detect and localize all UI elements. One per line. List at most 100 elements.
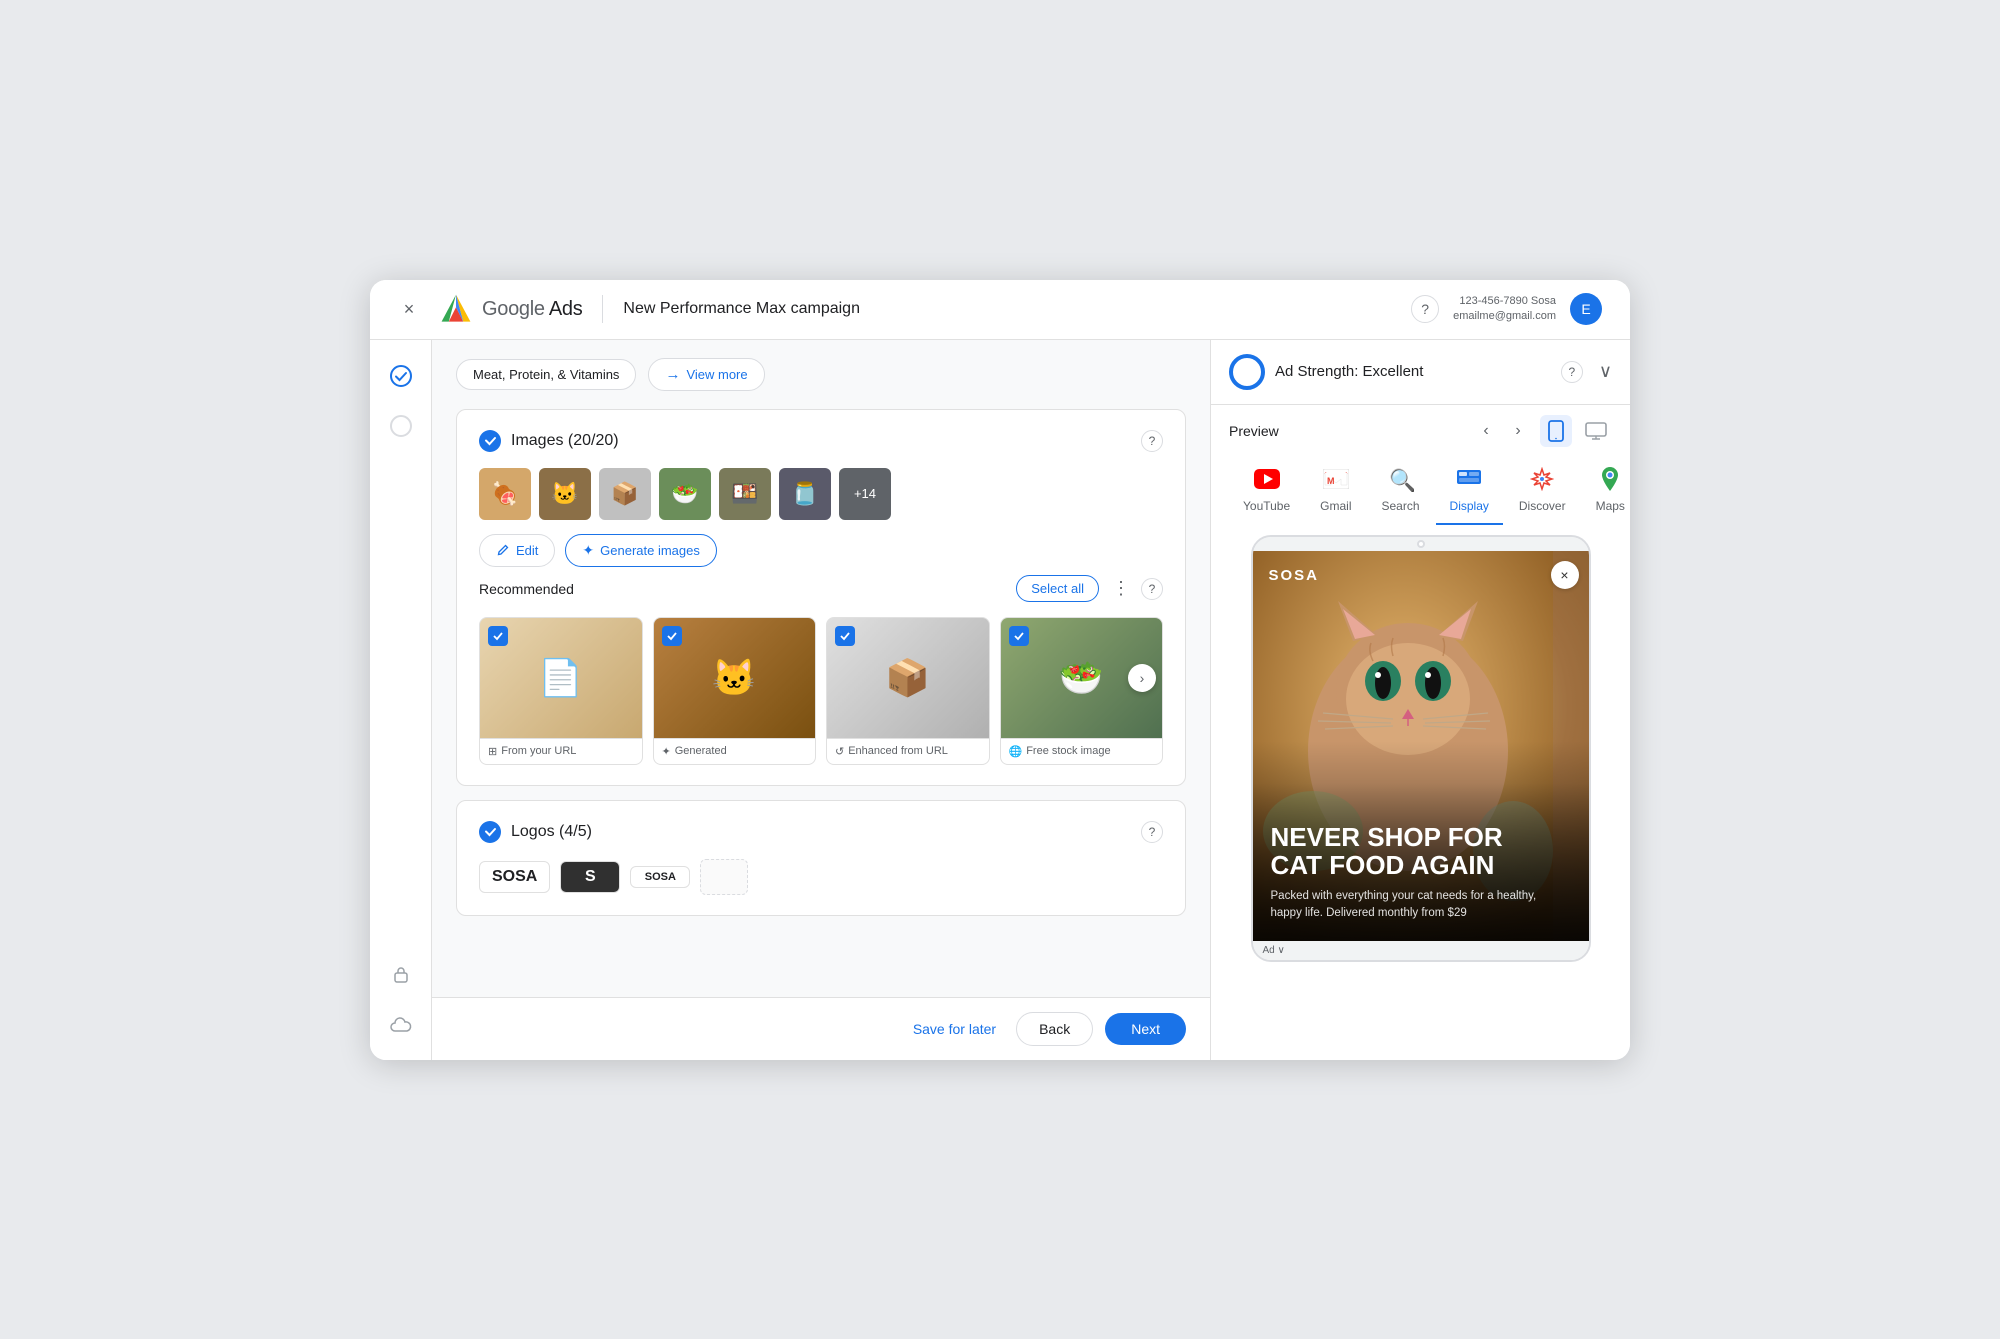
ad-strength-help-button[interactable]: ? xyxy=(1561,361,1583,383)
image-card-1-check[interactable] xyxy=(488,626,508,646)
image-card-4: 🥗 › 🌐 Free stock image xyxy=(1000,617,1164,765)
youtube-icon xyxy=(1253,465,1281,493)
header-divider xyxy=(602,295,603,323)
footer: Save for later Back Next xyxy=(432,997,1210,1060)
generate-images-button[interactable]: ✦ Generate images xyxy=(565,534,716,567)
tab-discover[interactable]: Discover xyxy=(1505,459,1580,525)
content-scroll: Meat, Protein, & Vitamins → View more xyxy=(432,340,1210,997)
logos-section: Logos (4/5) ? SOSA S SOSA xyxy=(456,800,1186,916)
campaign-title: New Performance Max campaign xyxy=(623,300,860,318)
content-area: Meat, Protein, & Vitamins → View more xyxy=(432,340,1210,1060)
header: × Google Ads New Performance Max campaig… xyxy=(370,280,1630,340)
image-card-4-check[interactable] xyxy=(1009,626,1029,646)
image-card-3-img: 📦 xyxy=(827,618,989,738)
next-button[interactable]: Next xyxy=(1105,1013,1186,1045)
preview-next-button[interactable]: › xyxy=(1504,417,1532,445)
account-phone: 123-456-7890 Sosa xyxy=(1459,294,1556,309)
logo-4-empty xyxy=(700,859,748,895)
images-header: Images (20/20) ? xyxy=(479,430,1163,452)
sidebar-circle-icon[interactable] xyxy=(385,410,417,442)
images-section: Images (20/20) ? 🍖 🐱 📦 xyxy=(456,409,1186,786)
thumbnail-5: 🍱 xyxy=(719,468,771,520)
images-title: Images (20/20) xyxy=(511,432,1141,450)
image-cards-row: 📄 ⊞ From your URL xyxy=(479,617,1163,765)
save-for-later-button[interactable]: Save for later xyxy=(913,1021,996,1037)
logo-2: S xyxy=(560,861,620,893)
view-more-button[interactable]: → View more xyxy=(648,358,764,391)
edit-label: Edit xyxy=(516,543,538,558)
category-chip[interactable]: Meat, Protein, & Vitamins xyxy=(456,359,636,390)
sidebar-cloud-icon[interactable] xyxy=(385,1008,417,1040)
image-card-2-label: ✦ Generated xyxy=(654,738,816,764)
gmail-icon: M xyxy=(1322,465,1350,493)
header-right: ? 123-456-7890 Sosa emailme@gmail.com E xyxy=(1411,293,1602,325)
discover-icon xyxy=(1528,465,1556,493)
select-all-button[interactable]: Select all xyxy=(1016,575,1099,602)
recommended-header: Recommended Select all ⋮ ? xyxy=(479,575,1163,603)
ad-brand: SOSA xyxy=(1269,567,1320,584)
close-button[interactable]: × xyxy=(398,298,420,320)
main-window: × Google Ads New Performance Max campaig… xyxy=(370,280,1630,1060)
svg-text:🔍: 🔍 xyxy=(1389,466,1414,492)
logo-row: SOSA S SOSA xyxy=(479,859,1163,895)
ad-card: SOSA × NEVER SHOP FOR CAT FOOD AGAIN xyxy=(1253,551,1589,960)
close-icon: × xyxy=(1560,567,1568,583)
tab-maps[interactable]: Maps xyxy=(1582,459,1630,525)
image-card-2: 🐱 ✦ Generated xyxy=(653,617,817,765)
tab-display[interactable]: Display xyxy=(1436,459,1503,525)
ad-strength-bar: Ad Strength: Excellent ? ∨ xyxy=(1211,340,1630,405)
maps-label: Maps xyxy=(1596,499,1625,513)
view-more-label: View more xyxy=(686,367,747,382)
ad-close-button[interactable]: × xyxy=(1551,561,1579,589)
logo-3: SOSA xyxy=(630,866,690,888)
tab-gmail[interactable]: M Gmail xyxy=(1306,459,1365,525)
desktop-device-button[interactable] xyxy=(1580,415,1612,447)
tab-youtube[interactable]: YouTube xyxy=(1229,459,1304,525)
thumbnails-row: 🍖 🐱 📦 🥗 🍱 xyxy=(479,468,1163,520)
image-card-3-label: ↺ Enhanced from URL xyxy=(827,738,989,764)
ad-label: Ad ∨ xyxy=(1263,945,1285,956)
thumbnails-more-count[interactable]: +14 xyxy=(839,468,891,520)
image-card-4-img: 🥗 › xyxy=(1001,618,1163,738)
images-actions-row: Edit ✦ Generate images xyxy=(479,534,1163,567)
avatar[interactable]: E xyxy=(1570,293,1602,325)
account-info: 123-456-7890 Sosa emailme@gmail.com xyxy=(1453,294,1556,325)
right-panel: Ad Strength: Excellent ? ∨ Preview ‹ › xyxy=(1210,340,1630,1060)
ad-label-row: Ad ∨ xyxy=(1253,941,1589,960)
logos-help-button[interactable]: ? xyxy=(1141,821,1163,843)
tab-search[interactable]: 🔍 Search xyxy=(1368,459,1434,525)
preview-nav: ‹ › xyxy=(1472,417,1532,445)
back-button[interactable]: Back xyxy=(1016,1012,1093,1046)
display-label: Display xyxy=(1450,499,1489,513)
generate-label: Generate images xyxy=(600,543,700,558)
sidebar-check-icon[interactable] xyxy=(385,360,417,392)
main-layout: Meat, Protein, & Vitamins → View more xyxy=(370,340,1630,1060)
logos-title: Logos (4/5) xyxy=(511,823,1141,841)
ad-text-overlay: NEVER SHOP FOR CAT FOOD AGAIN Packed wit… xyxy=(1253,783,1589,941)
image-card-3-check[interactable] xyxy=(835,626,855,646)
edit-button[interactable]: Edit xyxy=(479,534,555,567)
recommended-help-button[interactable]: ? xyxy=(1141,578,1163,600)
arrow-right-icon: → xyxy=(665,366,680,383)
image-card-3: 📦 ↺ Enhanced from URL xyxy=(826,617,990,765)
sparkle-icon: ✦ xyxy=(582,542,594,559)
phone-notch-dot xyxy=(1417,540,1425,548)
gmail-label: Gmail xyxy=(1320,499,1351,513)
mobile-device-button[interactable] xyxy=(1540,415,1572,447)
more-options-button[interactable]: ⋮ xyxy=(1107,575,1135,603)
sidebar-lock-icon xyxy=(385,958,417,990)
carousel-next-button[interactable]: › xyxy=(1128,664,1156,692)
ad-strength-chevron-icon[interactable]: ∨ xyxy=(1599,361,1612,382)
svg-text:M: M xyxy=(1327,476,1335,486)
brand-name: Google Ads xyxy=(482,298,582,321)
search-label: Search xyxy=(1382,499,1420,513)
help-button[interactable]: ? xyxy=(1411,295,1439,323)
ad-headline: NEVER SHOP FOR CAT FOOD AGAIN xyxy=(1271,823,1571,880)
sidebar xyxy=(370,340,432,1060)
images-help-button[interactable]: ? xyxy=(1141,430,1163,452)
image-card-4-label: 🌐 Free stock image xyxy=(1001,738,1163,764)
image-card-2-check[interactable] xyxy=(662,626,682,646)
ad-strength-label: Ad Strength: Excellent xyxy=(1275,363,1551,380)
refresh-icon: ↺ xyxy=(835,745,844,758)
preview-prev-button[interactable]: ‹ xyxy=(1472,417,1500,445)
